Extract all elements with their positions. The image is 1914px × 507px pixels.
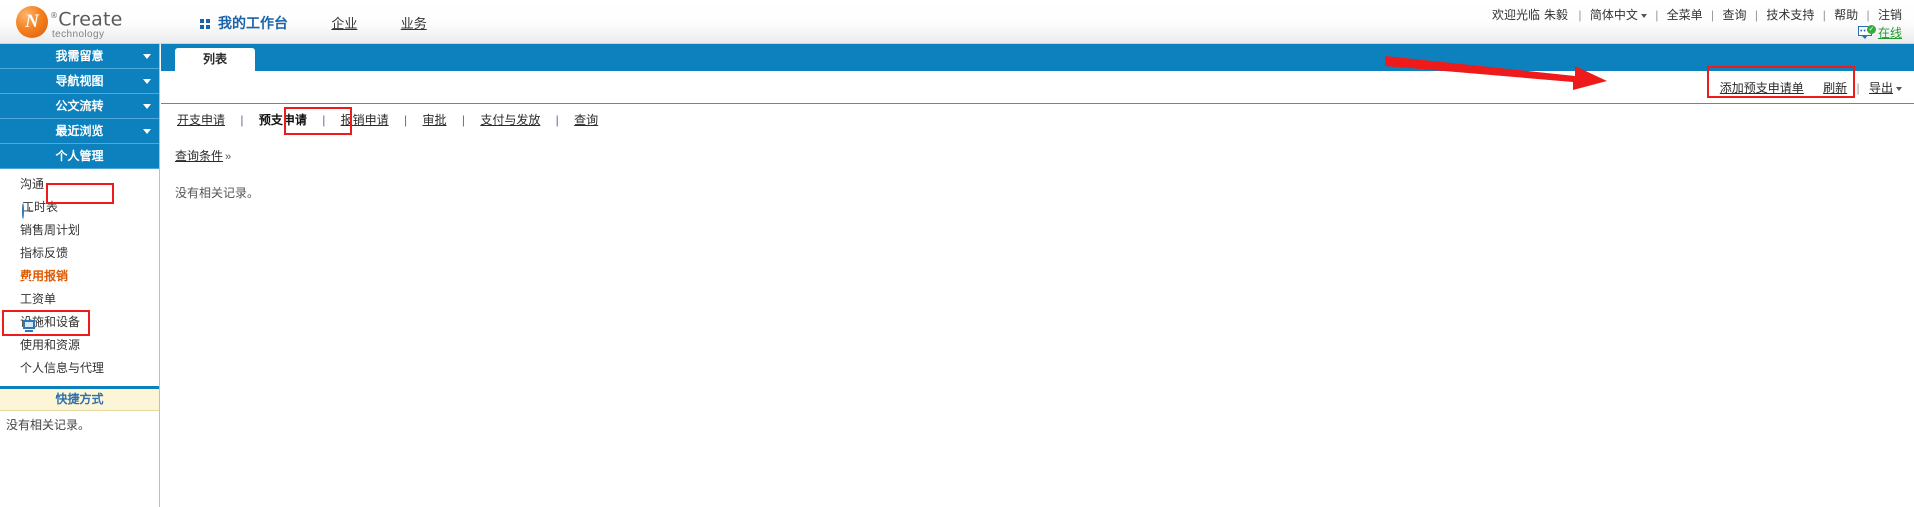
refresh-button[interactable]: 刷新 (1823, 81, 1847, 95)
nav-item-workbench-label: 我的工作台 (218, 15, 288, 31)
empty-records-message: 没有相关记录。 (175, 186, 260, 200)
logo-tagline: technology (52, 29, 105, 41)
separator: | (322, 113, 326, 127)
separator: | (555, 113, 559, 127)
sidebar-group-recent-label: 最近浏览 (55, 124, 104, 138)
separator: | (1866, 8, 1870, 22)
sidebar-item-metric-feedback[interactable]: 指标反馈 (0, 242, 159, 265)
online-status[interactable]: ••• ✓ 在线 (1857, 24, 1902, 41)
sidebar-group-navigation-view-label: 导航视图 (55, 74, 104, 88)
sidebar-item-communication[interactable]: 沟通 (0, 173, 159, 196)
sidebar-item-facilities-equipment[interactable]: 设施和设备 (0, 311, 159, 334)
welcome-text: 欢迎光临 (1492, 8, 1541, 22)
separator: | (404, 113, 408, 127)
clock-icon (22, 203, 24, 219)
sidebar-link-list: 沟通 工时表 销售周计划 指标反馈 费用报销 工资单 设施和设备 使用和资源 个… (0, 169, 159, 380)
sidebar-item-payslip[interactable]: 工资单 (0, 288, 159, 311)
chevron-down-icon (1640, 13, 1647, 18)
separator: | (240, 113, 244, 127)
query-conditions-toggle[interactable]: 查询条件 (175, 149, 223, 163)
sidebar-item-timesheet[interactable]: 工时表 (0, 196, 159, 219)
toolbar-actions: 添加预支申请单 刷新 | 导出 (1720, 79, 1902, 96)
sidebar-group-personal-management[interactable]: 个人管理 (0, 144, 159, 169)
chevron-down-icon (1896, 86, 1902, 91)
sidebar-group-recent[interactable]: 最近浏览 (0, 119, 159, 144)
export-label: 导出 (1868, 81, 1893, 95)
sidebar-group-personal-management-label: 个人管理 (55, 149, 104, 163)
online-status-label[interactable]: 在线 (1878, 26, 1902, 40)
sidebar-item-personal-info-delegate-label: 个人信息与代理 (20, 361, 105, 375)
sidebar-item-usage-resources-label: 使用和资源 (20, 338, 81, 352)
shortcut-section-title: 快捷方式 (0, 389, 159, 411)
subtab-reimbursement-application[interactable]: 报销申请 (339, 113, 391, 127)
left-sidebar: 我需留意 导航视图 公文流转 最近浏览 个人管理 沟通 工时表 销售周计划 指标… (0, 44, 160, 507)
language-selector[interactable]: 简体中文 (1590, 8, 1647, 22)
brand-logo[interactable]: N ®Create technology (14, 2, 146, 42)
chevron-down-icon (143, 79, 151, 84)
sidebar-item-expense-reimbursement[interactable]: 费用报销 (0, 265, 159, 288)
main-navigation: 我的工作台 企业 业务 (200, 13, 467, 33)
sidebar-item-timesheet-label: 工时表 (22, 200, 59, 214)
separator: | (1578, 8, 1582, 22)
separator: | (1754, 8, 1758, 22)
nav-item-workbench[interactable]: 我的工作台 (200, 13, 288, 33)
main-content: 列表 添加预支申请单 刷新 | 导出 开支申请 | 预支申请 | 报销申请 | … (161, 44, 1914, 507)
tab-strip: 列表 (161, 44, 1914, 71)
user-name: 朱毅 (1544, 8, 1569, 22)
sidebar-group-navigation-view[interactable]: 导航视图 (0, 69, 159, 94)
user-links-bar: 欢迎光临 朱毅 | 简体中文 | 全菜单 | 查询 | 技术支持 | 帮助 | 注… (1492, 6, 1902, 23)
logo-mark-icon: N (16, 6, 48, 38)
nav-item-business[interactable]: 业务 (401, 13, 427, 32)
subtab-advance-application[interactable]: 预支申请 (257, 113, 309, 127)
shortcut-empty-text: 没有相关记录。 (6, 418, 91, 432)
logo-brand-name: ®Create (50, 6, 123, 29)
tech-support-link[interactable]: 技术支持 (1766, 8, 1814, 22)
chevron-down-icon (143, 104, 151, 109)
chat-bubble-check-icon: ••• ✓ (1857, 25, 1876, 39)
logo-text: ®Create technology (50, 6, 123, 40)
sidebar-group-document-flow-label: 公文流转 (55, 99, 104, 113)
chevron-down-icon (143, 54, 151, 59)
add-advance-request-button[interactable]: 添加预支申请单 (1720, 81, 1804, 95)
tab-list[interactable]: 列表 (175, 48, 255, 71)
sidebar-item-payslip-label: 工资单 (20, 292, 57, 306)
subtab-expense-application[interactable]: 开支申请 (175, 113, 227, 127)
sidebar-item-usage-resources[interactable]: 使用和资源 (0, 334, 159, 357)
separator: | (1655, 8, 1659, 22)
separator: | (1711, 8, 1715, 22)
top-header-bar: N ®Create technology 我的工作台 企业 业务 欢迎光临 朱毅 … (0, 0, 1914, 44)
sub-tab-bar: 开支申请 | 预支申请 | 报销申请 | 审批 | 支付与发放 | 查询 (161, 104, 1914, 137)
search-link[interactable]: 查询 (1723, 8, 1747, 22)
help-link[interactable]: 帮助 (1834, 8, 1858, 22)
subtab-payment-and-disbursement[interactable]: 支付与发放 (478, 113, 542, 127)
full-menu-link[interactable]: 全菜单 (1667, 8, 1703, 22)
grid-icon (200, 18, 212, 30)
subtab-query[interactable]: 查询 (572, 113, 600, 127)
separator: | (461, 113, 465, 127)
content-toolbar: 添加预支申请单 刷新 | 导出 (161, 71, 1914, 104)
chevron-down-icon (143, 129, 151, 134)
sidebar-group-attention-label: 我需留意 (55, 49, 104, 63)
logout-link[interactable]: 注销 (1878, 8, 1902, 22)
sidebar-item-personal-info-delegate[interactable]: 个人信息与代理 (0, 357, 159, 380)
sidebar-item-sales-weekly-plan[interactable]: 销售周计划 (0, 219, 159, 242)
sidebar-item-sales-weekly-plan-label: 销售周计划 (20, 223, 81, 237)
double-chevron-icon: » (225, 151, 232, 163)
sidebar-item-metric-feedback-label: 指标反馈 (20, 246, 69, 260)
language-label: 简体中文 (1589, 8, 1638, 22)
sidebar-group-attention[interactable]: 我需留意 (0, 44, 159, 69)
separator: | (1856, 81, 1860, 95)
query-conditions-row: 查询条件» (161, 137, 1914, 164)
sidebar-item-communication-label: 沟通 (20, 177, 45, 191)
logo-swoosh-glyph: N (25, 11, 39, 32)
subtab-approval[interactable]: 审批 (420, 113, 448, 127)
export-button[interactable]: 导出 (1869, 81, 1902, 95)
nav-item-enterprise[interactable]: 企业 (331, 13, 357, 32)
separator: | (1822, 8, 1826, 22)
registered-mark: ® (50, 11, 59, 20)
logo-brand-word: Create (58, 8, 123, 31)
sidebar-group-document-flow[interactable]: 公文流转 (0, 94, 159, 119)
